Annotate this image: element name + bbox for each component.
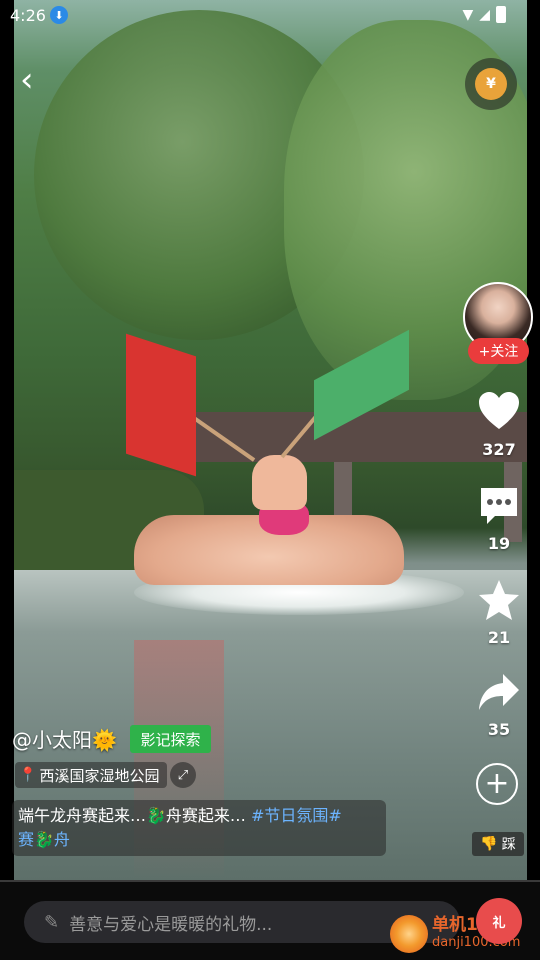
author-username[interactable]: @小太阳🌞 bbox=[12, 724, 117, 753]
favorite-button[interactable]: 21 bbox=[470, 578, 528, 647]
video-red-flag bbox=[126, 333, 196, 477]
share-count: 35 bbox=[487, 720, 511, 739]
download-icon: ⬇ bbox=[50, 6, 68, 24]
share-arrow-icon bbox=[479, 674, 519, 710]
gift-icon[interactable]: 礼 bbox=[476, 898, 522, 944]
video-caption[interactable]: 端午龙舟赛起来…🐉舟赛起来… #节日氛围# 赛🐉舟 bbox=[12, 800, 386, 856]
share-button[interactable]: 35 bbox=[470, 670, 528, 739]
location-pin-icon: 📍 bbox=[19, 767, 37, 783]
like-count: 327 bbox=[482, 440, 516, 459]
hashtag[interactable]: 赛🐉舟 bbox=[18, 830, 70, 849]
status-bar: 4:26 ⬇ ▼ ◢ bbox=[0, 0, 540, 30]
like-button[interactable]: 327 bbox=[470, 390, 528, 459]
hashtag[interactable]: #节日氛围# bbox=[251, 806, 342, 825]
yuan-icon: ¥ bbox=[475, 68, 507, 100]
follow-button[interactable]: +关注 bbox=[468, 338, 529, 364]
star-icon bbox=[479, 580, 519, 620]
dislike-label: 踩 bbox=[501, 837, 516, 853]
location-label: 西溪国家湿地公园 bbox=[39, 766, 160, 785]
comment-placeholder: 善意与爱心是暖暖的礼物... bbox=[69, 914, 273, 935]
comment-icon bbox=[481, 488, 517, 524]
back-icon[interactable]: ‹ bbox=[20, 62, 44, 98]
dislike-button[interactable]: 👎 踩 bbox=[472, 832, 524, 856]
heart-icon bbox=[479, 392, 519, 429]
money-bag-icon[interactable]: ¥ bbox=[465, 58, 517, 110]
watermark-logo-icon bbox=[390, 915, 428, 953]
video-rower bbox=[252, 455, 307, 510]
signal-icon: ◢ bbox=[479, 6, 490, 23]
status-time: 4:26 bbox=[10, 6, 46, 25]
expand-icon[interactable]: ⤢ bbox=[170, 762, 196, 788]
battery-icon bbox=[496, 6, 506, 23]
location-tag[interactable]: 📍 西溪国家湿地公园 bbox=[15, 762, 168, 788]
pencil-icon: ✎ bbox=[44, 911, 60, 933]
wifi-icon: ▼ bbox=[462, 6, 474, 23]
caption-text: 端午龙舟赛起来…🐉舟赛起来… bbox=[18, 806, 252, 825]
add-icon[interactable]: + bbox=[476, 763, 518, 805]
comment-count: 19 bbox=[487, 534, 511, 553]
thumbs-down-icon: 👎 bbox=[480, 836, 498, 852]
comment-button[interactable]: 19 bbox=[470, 484, 528, 553]
status-icons: ▼ ◢ bbox=[462, 6, 506, 23]
favorite-count: 21 bbox=[487, 628, 511, 647]
explore-button[interactable]: 影记探索 bbox=[130, 725, 211, 753]
